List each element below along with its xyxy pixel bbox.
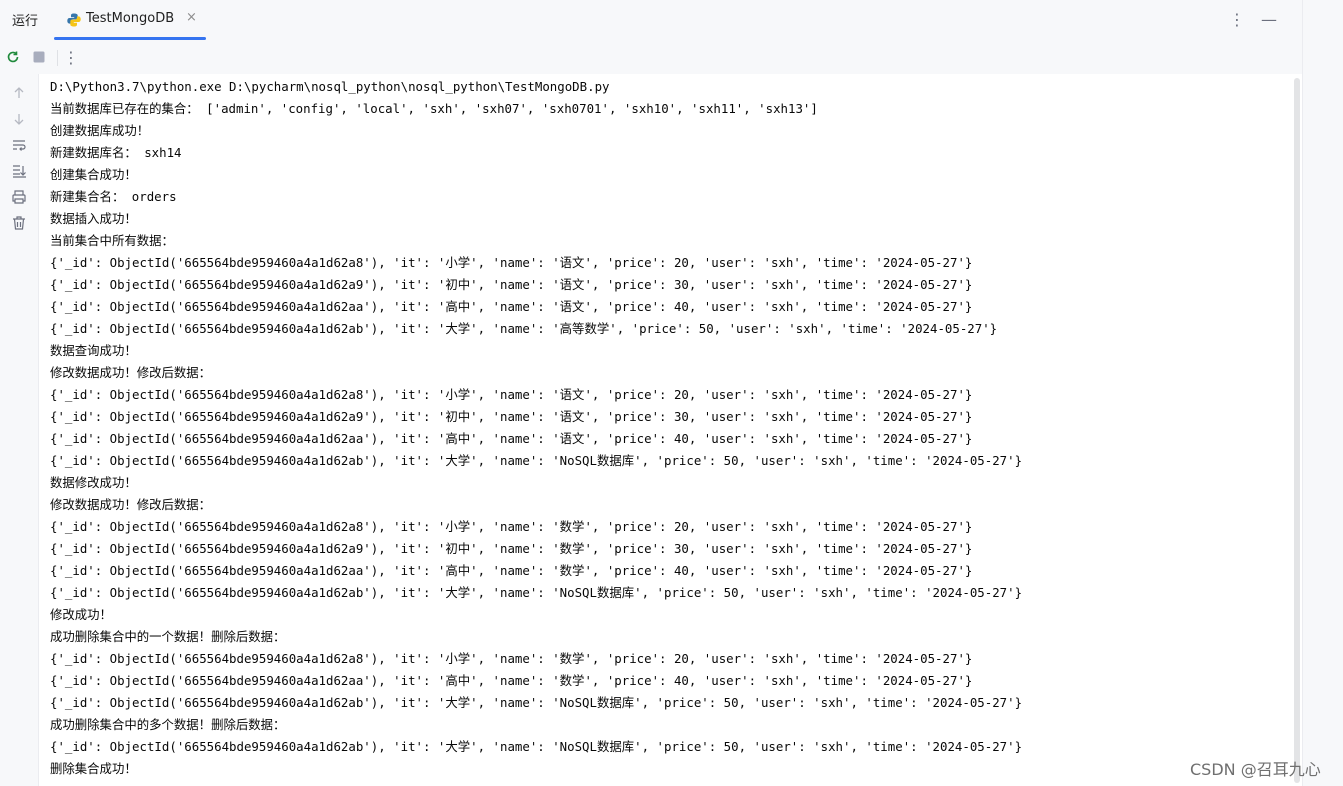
console-line: 数据插入成功！ [50, 211, 137, 226]
console-line: {'_id': ObjectId('665564bde959460a4a1d62… [50, 299, 973, 314]
stop-icon[interactable] [30, 48, 48, 66]
toolbar-more-icon[interactable]: ⋮ [62, 48, 80, 67]
arrow-down-icon[interactable] [10, 110, 28, 128]
scroll-to-end-icon[interactable] [10, 162, 28, 180]
tab-label: TestMongoDB [86, 11, 175, 26]
run-title: 运行 [12, 14, 39, 29]
console-line: 成功删除集合中的多个数据！删除后数据： [50, 717, 286, 732]
console-line: 当前集合中所有数据： [50, 233, 174, 248]
console-line: 新建数据库名： sxh14 [50, 145, 182, 160]
console-line: {'_id': ObjectId('665564bde959460a4a1d62… [50, 409, 973, 424]
tab-close-icon[interactable]: × [186, 10, 197, 25]
console-line: 修改成功！ [50, 607, 112, 622]
console-line: 数据修改成功！ [50, 475, 137, 490]
rerun-icon[interactable] [4, 48, 22, 66]
console-line: {'_id': ObjectId('665564bde959460a4a1d62… [50, 673, 973, 688]
console-line: {'_id': ObjectId('665564bde959460a4a1d62… [50, 563, 973, 578]
console-side-toolbar [0, 74, 39, 786]
console-line: 新建集合名： orders [50, 189, 177, 204]
run-tool-window-header: 运行 TestMongoDB × ⋮ — [0, 0, 1302, 41]
console-line: {'_id': ObjectId('665564bde959460a4a1d62… [50, 453, 1023, 468]
console-line: {'_id': ObjectId('665564bde959460a4a1d62… [50, 695, 1023, 710]
console-line: D:\Python3.7\python.exe D:\pycharm\nosql… [50, 79, 610, 94]
console-line: {'_id': ObjectId('665564bde959460a4a1d62… [50, 321, 998, 336]
tab-testmongodb[interactable]: TestMongoDB × [54, 0, 206, 40]
console-line: {'_id': ObjectId('665564bde959460a4a1d62… [50, 519, 973, 534]
console-line: 成功删除集合中的一个数据！删除后数据： [50, 629, 286, 644]
watermark: CSDN @召耳九心 [1190, 760, 1321, 779]
more-options-icon[interactable]: ⋮ [1228, 8, 1246, 30]
console-line: {'_id': ObjectId('665564bde959460a4a1d62… [50, 255, 973, 270]
console-line: 当前数据库已存在的集合： ['admin', 'config', 'local'… [50, 101, 818, 116]
run-toolbar: ⋮ [0, 40, 1302, 74]
minimize-icon[interactable]: — [1260, 8, 1278, 30]
print-icon[interactable] [10, 188, 28, 206]
console-line: {'_id': ObjectId('665564bde959460a4a1d62… [50, 277, 973, 292]
console-line: {'_id': ObjectId('665564bde959460a4a1d62… [50, 431, 973, 446]
soft-wrap-icon[interactable] [10, 136, 28, 154]
toolbar-divider [57, 50, 58, 66]
console-line: 数据查询成功！ [50, 343, 137, 358]
arrow-up-icon[interactable] [10, 84, 28, 102]
console-line: {'_id': ObjectId('665564bde959460a4a1d62… [50, 739, 1023, 754]
scrollbar-thumb[interactable] [1294, 78, 1300, 783]
python-icon [67, 13, 81, 27]
console-line: 修改数据成功！修改后数据： [50, 497, 212, 512]
right-tool-strip [1302, 0, 1343, 786]
console-line: 删除集合成功！ [50, 761, 137, 776]
console-line: {'_id': ObjectId('665564bde959460a4a1d62… [50, 651, 973, 666]
console-line: {'_id': ObjectId('665564bde959460a4a1d62… [50, 585, 1023, 600]
console-line: {'_id': ObjectId('665564bde959460a4a1d62… [50, 541, 973, 556]
console-line: 创建集合成功！ [50, 167, 137, 182]
console-line: {'_id': ObjectId('665564bde959460a4a1d62… [50, 387, 973, 402]
console-output[interactable]: D:\Python3.7\python.exe D:\pycharm\nosql… [40, 74, 1290, 786]
trash-icon[interactable] [10, 214, 28, 232]
console-line: 创建数据库成功！ [50, 123, 150, 138]
console-line: 修改数据成功！修改后数据： [50, 365, 212, 380]
